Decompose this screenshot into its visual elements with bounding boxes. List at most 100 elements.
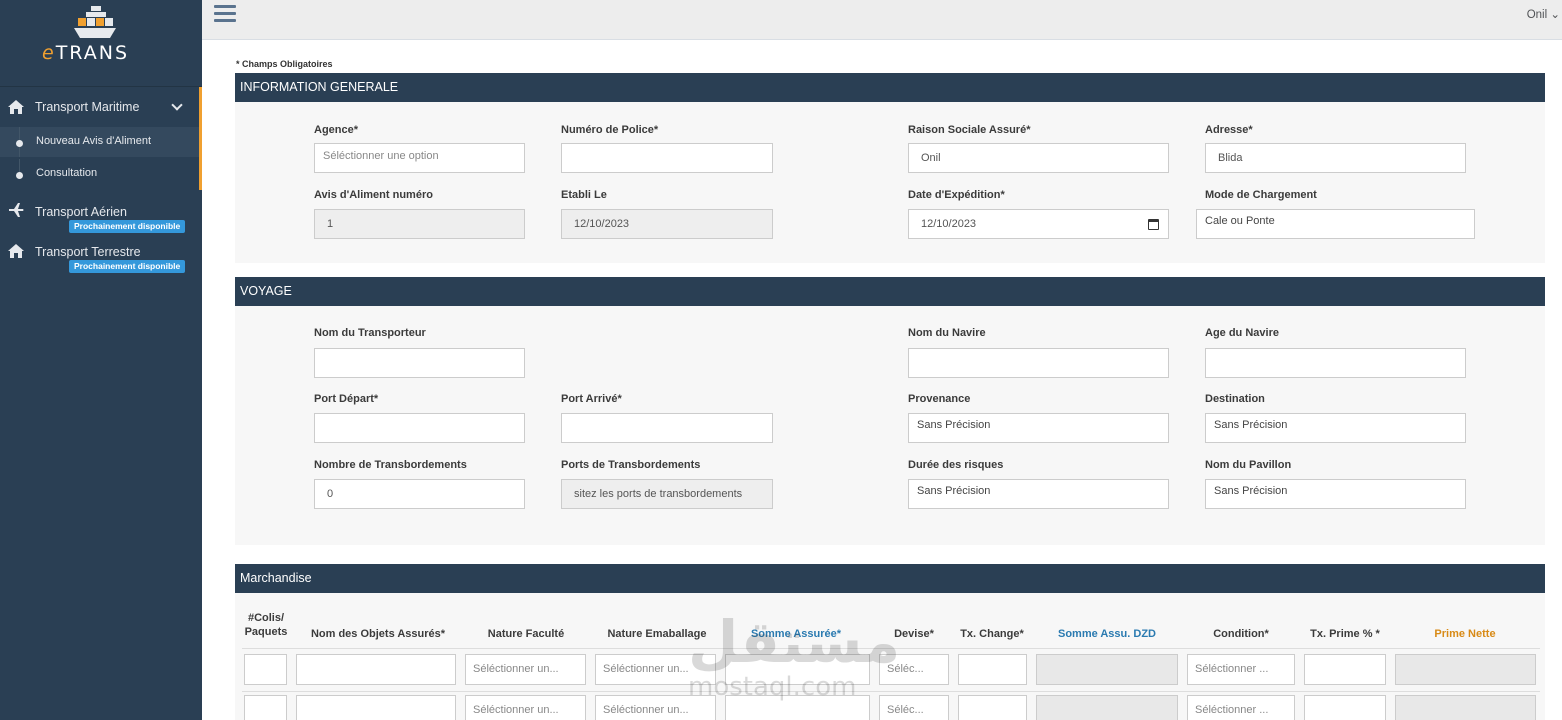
date-value: 12/10/2023 [921,218,977,230]
faculte-select[interactable]: Séléctionner un... [465,695,586,720]
column-header-change: Tx. Change* [960,628,1024,640]
calendar-icon[interactable] [1148,219,1159,230]
transbordements-label: Nombre de Transbordements [314,459,467,471]
pavillon-label: Nom du Pavillon [1205,459,1292,471]
colis-input[interactable] [244,654,287,685]
chargement-select[interactable]: Cale ou Ponte [1196,209,1475,239]
colis-input[interactable] [244,695,287,720]
raison-sociale-label: Raison Sociale Assuré* [908,124,1031,136]
column-header-somme: Somme Assurée* [750,628,842,640]
condition-select[interactable]: Séléctionner ... [1187,695,1295,720]
main-content: * Champs Obligatoires INFORMATION GENERA… [202,41,1562,720]
transporteur-input[interactable] [314,348,525,378]
duree-risques-select[interactable]: Sans Précision [908,479,1169,509]
ports-transbordements-field: sitez les ports de transbordements [561,479,773,509]
column-header-devise: Devise* [894,628,934,640]
sidebar-item-nouveau-avis[interactable]: Nouveau Avis d'Aliment [0,127,199,157]
menu-label: Transport Aérien [35,205,127,219]
expedition-label: Date d'Expédition* [908,189,1005,201]
required-note: * Champs Obligatoires [236,59,333,69]
somme-dzd-field [1036,695,1178,720]
navire-label: Nom du Navire [908,327,986,339]
police-input[interactable] [561,143,773,173]
menu-label: Transport Terrestre [35,245,141,259]
adresse-label: Adresse* [1205,124,1253,136]
age-navire-input[interactable] [1205,348,1466,378]
somme-dzd-field [1036,654,1178,685]
agence-label: Agence* [314,124,359,136]
hamburger-icon[interactable] [214,5,236,22]
agence-select[interactable]: Séléctionner une option [314,143,525,173]
plane-icon [9,203,24,217]
transporteur-label: Nom du Transporteur [314,327,426,339]
chevron-down-icon [171,99,183,111]
column-header-prime-pct: Tx. Prime % * [1310,628,1380,640]
navire-input[interactable] [908,348,1169,378]
port-depart-label: Port Départ* [314,393,379,405]
port-arrive-input[interactable] [561,413,773,443]
status-badge: Prochainement disponible [69,260,186,273]
prime-pct-input[interactable] [1304,654,1386,685]
objets-input[interactable] [296,695,456,720]
raison-sociale-input[interactable]: Onil [908,143,1169,173]
bullet-icon [16,140,23,147]
pavillon-select[interactable]: Sans Précision [1205,479,1466,509]
change-input[interactable] [958,654,1027,685]
sub-item-label: Consultation [36,167,98,179]
destination-select[interactable]: Sans Précision [1205,413,1466,443]
home-icon [8,100,24,114]
home-icon [8,244,24,258]
section-header-voyage: VOYAGE [235,277,1545,306]
menu-transport-maritime[interactable]: Transport Maritime [0,87,199,127]
emballage-select[interactable]: Séléctionner un... [595,695,716,720]
somme-input[interactable] [725,695,870,720]
expedition-date-input[interactable]: 12/10/2023 [908,209,1169,239]
ports-transbordements-label: Ports de Transbordements [561,459,701,471]
menu-label: Transport Maritime [35,100,140,114]
column-header-somme-dzd: Somme Assu. DZD [1057,628,1156,640]
destination-label: Destination [1205,393,1265,405]
duree-risques-label: Durée des risques [908,459,1004,471]
prime-nette-field [1395,654,1536,685]
brand-name: eTRANS [42,42,130,64]
chargement-label: Mode de Chargement [1205,189,1317,201]
emballage-select[interactable]: Séléctionner un... [595,654,716,685]
column-header-colis: #Colis/ Paquets [244,612,288,638]
avis-label: Avis d'Aliment numéro [314,189,433,201]
avis-number-field: 1 [314,209,525,239]
section-header-marchandise: Marchandise [235,564,1545,593]
etabli-date-field: 12/10/2023 [561,209,773,239]
port-arrive-label: Port Arrivé* [561,393,622,405]
status-badge: Prochainement disponible [69,220,186,233]
brand-logo[interactable]: eTRANS [0,0,202,80]
provenance-select[interactable]: Sans Précision [908,413,1169,443]
section-header-info: INFORMATION GENERALE [235,73,1545,102]
column-header-prime-nette: Prime Nette [1434,628,1496,640]
faculte-select[interactable]: Séléctionner un... [465,654,586,685]
port-depart-input[interactable] [314,413,525,443]
devise-select[interactable]: Séléc... [879,695,949,720]
ship-icon [74,6,116,38]
condition-select[interactable]: Séléctionner ... [1187,654,1295,685]
transbordements-input[interactable]: 0 [314,479,525,509]
user-menu[interactable]: Onil ⌄ [1527,7,1560,21]
prime-pct-input[interactable] [1304,695,1386,720]
bullet-icon [16,172,23,179]
etabli-label: Etabli Le [561,189,607,201]
devise-select[interactable]: Séléc... [879,654,949,685]
column-header-emballage: Nature Emaballage [607,628,707,640]
objets-input[interactable] [296,654,456,685]
chevron-down-icon: ⌄ [1547,9,1560,21]
sidebar-item-consultation[interactable]: Consultation [0,159,199,189]
prime-nette-field [1395,695,1536,720]
nav-transport-maritime: Transport Maritime Nouveau Avis d'Alimen… [0,87,202,190]
menu-transport-terrestre[interactable]: Transport Terrestre Prochainement dispon… [0,238,202,274]
user-name: Onil [1526,9,1548,21]
sidebar: eTRANS Transport Maritime Nouveau Avis d… [0,0,202,720]
column-header-condition: Condition* [1213,628,1269,640]
change-input[interactable] [958,695,1027,720]
somme-input[interactable] [725,654,870,685]
adresse-input[interactable]: Blida [1205,143,1466,173]
menu-transport-aerien[interactable]: Transport Aérien Prochainement disponibl… [0,198,202,234]
top-bar: Onil ⌄ [202,0,1562,40]
